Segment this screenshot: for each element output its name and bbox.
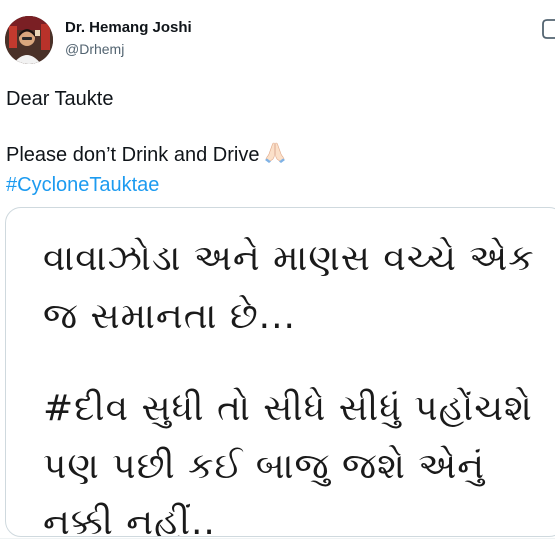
tweet-line-message: Please don’t Drink and Drive <box>6 140 287 172</box>
author-display-name[interactable]: Dr. Hemang Joshi <box>65 19 192 36</box>
hashtag-link[interactable]: #CycloneTauktae <box>6 172 287 199</box>
divider <box>0 538 555 539</box>
tweet-line-greeting: Dear Taukte <box>6 88 114 110</box>
media-text-line: જ સમાનતા છે... <box>43 296 297 337</box>
author-handle[interactable]: @Drhemj <box>65 41 124 57</box>
media-card[interactable]: વાવાઝોડા અને માણસ વચ્ચે એક જ સમાનતા છે..… <box>5 207 555 537</box>
overflow-icon[interactable] <box>541 18 555 40</box>
avatar[interactable] <box>5 16 53 64</box>
folded-hands-icon <box>263 140 287 172</box>
profile-photo-icon <box>5 16 53 64</box>
tweet-text: Dear Taukte Please don’t Drink and Drive… <box>6 86 287 199</box>
tweet: Dr. Hemang Joshi @Drhemj Dear Taukte Ple… <box>0 0 555 545</box>
media-text-line: નક્કી નહીં.. <box>43 502 216 537</box>
tweet-message-text: Please don’t Drink and Drive <box>6 144 260 166</box>
media-text-line: પણ પછી કઈ બાજુ જશે એનું <box>43 446 486 487</box>
media-text-line: વાવાઝોડા અને માણસ વચ્ચે એક <box>43 238 535 279</box>
media-text-line: #દીવ સુધી તો સીધે સીધું પહોંચશે <box>43 388 533 429</box>
